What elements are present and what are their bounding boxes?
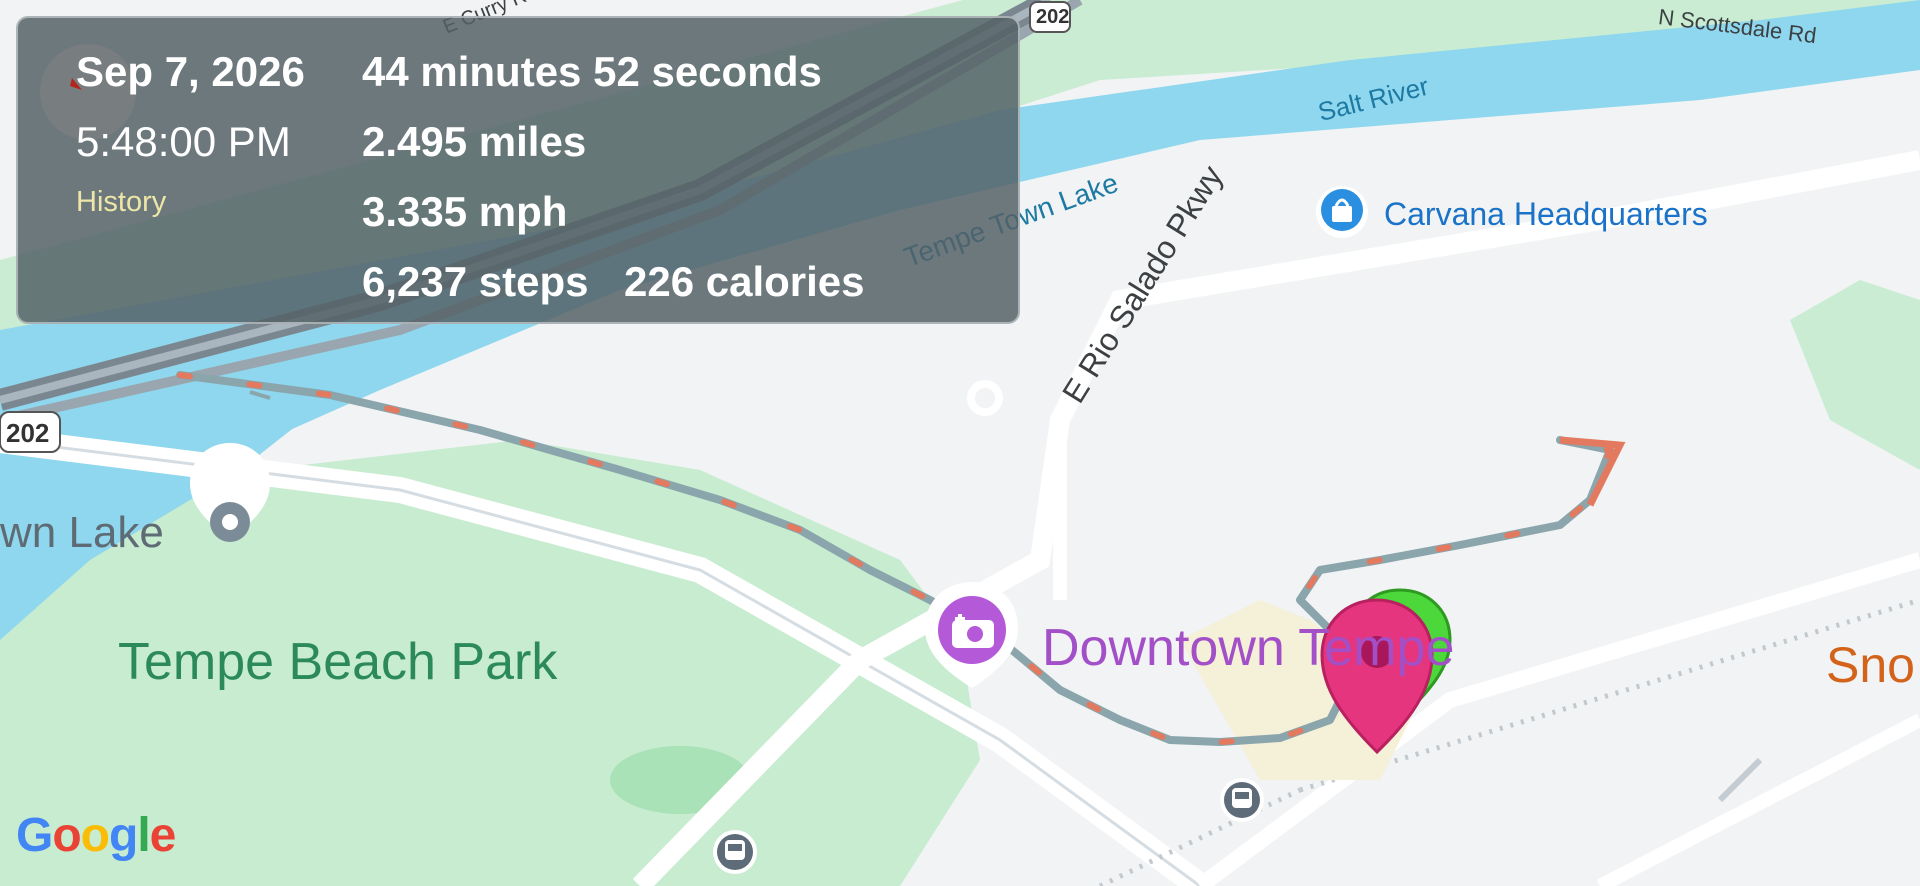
highway-shield-top-label: 202	[1036, 6, 1070, 28]
highway-shield-left-label: 202	[6, 418, 50, 448]
poi-label-snoop[interactable]: Sno	[1826, 636, 1915, 694]
activity-steps: 6,237 steps	[362, 258, 589, 305]
activity-duration: 44 minutes 52 seconds	[362, 48, 822, 95]
shopping-bag-icon[interactable]	[1316, 186, 1368, 238]
activity-start-time: 5:48:00 PM	[76, 118, 291, 165]
poi-label-carvana[interactable]: Carvana Headquarters	[1384, 196, 1708, 233]
train-icon[interactable]	[1220, 778, 1264, 822]
activity-date: Sep 7, 2026	[76, 48, 305, 95]
activity-speed: 3.335 mph	[362, 188, 568, 235]
poi-label-tempe-beach-park[interactable]: Tempe Beach Park	[118, 632, 557, 692]
history-link[interactable]: History	[76, 186, 166, 219]
google-attribution-logo: Google	[16, 809, 176, 862]
activity-calories: 226 calories	[624, 258, 865, 305]
activity-distance: 2.495 miles	[362, 118, 587, 165]
poi-label-downtown[interactable]: Downtown Tempe	[1042, 618, 1454, 678]
poi-label-town-lake[interactable]: wn Lake	[0, 508, 164, 558]
train-icon-south[interactable]	[713, 830, 757, 874]
